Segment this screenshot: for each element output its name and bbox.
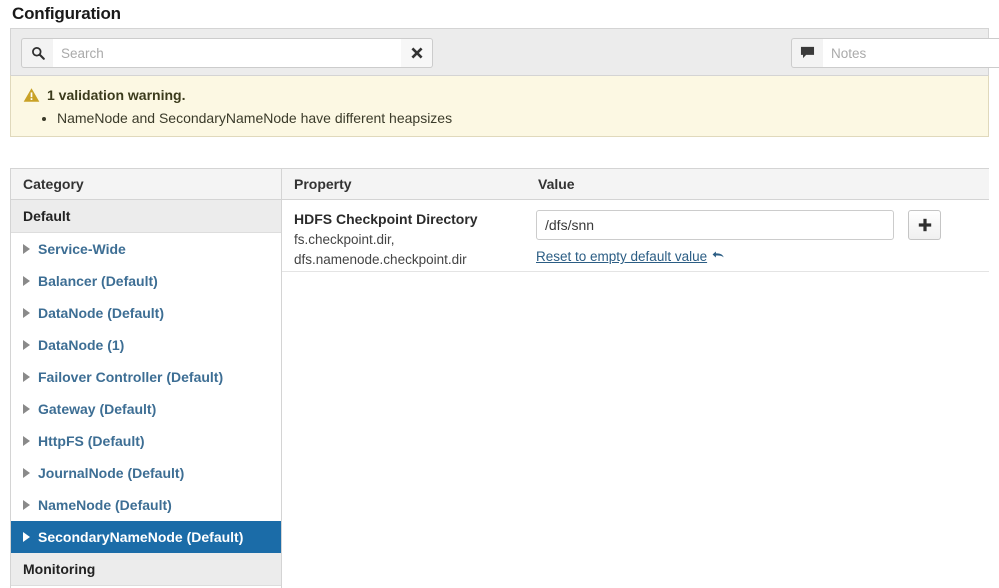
value-input[interactable] (536, 210, 894, 240)
property-key-1: fs.checkpoint.dir, (294, 230, 526, 249)
property-value-panel: HDFS Checkpoint Directory fs.checkpoint.… (282, 200, 989, 588)
table-header-row: Category Property Value (11, 168, 989, 200)
configuration-table: Category Property Value Default Service-… (10, 168, 989, 588)
sidebar-item-label: HttpFS (Default) (38, 431, 145, 451)
sidebar-item-label: Failover Controller (Default) (38, 367, 223, 387)
validation-warning-banner: 1 validation warning. NameNode and Secon… (10, 75, 989, 137)
sidebar-item-namenode[interactable]: NameNode (Default) (11, 489, 281, 521)
chevron-right-icon (23, 404, 30, 414)
add-value-button[interactable] (908, 210, 941, 240)
chevron-right-icon (23, 468, 30, 478)
value-input-row (536, 210, 989, 240)
search-input[interactable] (53, 38, 401, 68)
chevron-right-icon (23, 436, 30, 446)
sidebar-item-label: Service-Wide (38, 239, 126, 259)
warning-triangle-icon (23, 87, 40, 103)
property-cell: HDFS Checkpoint Directory fs.checkpoint.… (282, 210, 526, 271)
sidebar-item-label: JournalNode (Default) (38, 463, 184, 483)
chevron-right-icon (23, 372, 30, 382)
configuration-page: Configuration (0, 0, 999, 588)
sidebar-item-datanode-default[interactable]: DataNode (Default) (11, 297, 281, 329)
sidebar-item-label: DataNode (Default) (38, 303, 164, 323)
sidebar-item-secondarynamenode[interactable]: SecondaryNameNode (Default) (11, 521, 281, 553)
chevron-right-icon (23, 308, 30, 318)
value-cell: Reset to empty default value (526, 210, 989, 271)
validation-message-list: NameNode and SecondaryNameNode have diff… (23, 109, 976, 128)
comment-icon[interactable] (791, 38, 823, 68)
validation-message: NameNode and SecondaryNameNode have diff… (57, 109, 976, 128)
validation-warning-summary: 1 validation warning. (23, 86, 976, 104)
chevron-right-icon (23, 340, 30, 350)
sidebar-item-failover-controller[interactable]: Failover Controller (Default) (11, 361, 281, 393)
clear-x-icon[interactable] (401, 38, 433, 68)
chevron-right-icon (23, 276, 30, 286)
sidebar-item-label: NameNode (Default) (38, 495, 172, 515)
undo-arrow-icon (712, 249, 725, 264)
sidebar-item-datanode-1[interactable]: DataNode (1) (11, 329, 281, 361)
page-title: Configuration (0, 0, 999, 28)
toolbar (10, 28, 989, 75)
sidebar-item-gateway[interactable]: Gateway (Default) (11, 393, 281, 425)
category-list: Default Service-Wide Balancer (Default) … (11, 200, 282, 588)
column-header-value: Value (526, 169, 989, 199)
sidebar-item-journalnode[interactable]: JournalNode (Default) (11, 457, 281, 489)
sidebar-item-httpfs[interactable]: HttpFS (Default) (11, 425, 281, 457)
sidebar-item-label: SecondaryNameNode (Default) (38, 527, 243, 547)
notes-box (791, 38, 999, 68)
sidebar-item-label: Gateway (Default) (38, 399, 156, 419)
reset-link-label: Reset to empty default value (536, 249, 707, 264)
search-box (21, 38, 433, 68)
table-body: Default Service-Wide Balancer (Default) … (11, 200, 989, 588)
reset-to-default-link[interactable]: Reset to empty default value (536, 249, 725, 264)
table-row: HDFS Checkpoint Directory fs.checkpoint.… (282, 200, 989, 272)
plus-icon (918, 218, 932, 232)
sidebar-item-service-wide[interactable]: Service-Wide (11, 233, 281, 265)
notes-input[interactable] (823, 38, 999, 68)
category-group-monitoring: Monitoring (11, 553, 281, 586)
column-header-category: Category (11, 169, 282, 199)
search-icon[interactable] (21, 38, 53, 68)
column-header-property: Property (282, 169, 526, 199)
property-display-name: HDFS Checkpoint Directory (294, 210, 526, 229)
property-key-2: dfs.namenode.checkpoint.dir (294, 250, 526, 269)
sidebar-item-label: Balancer (Default) (38, 271, 158, 291)
chevron-right-icon (23, 500, 30, 510)
category-group-default: Default (11, 200, 281, 233)
chevron-right-icon (23, 532, 30, 542)
validation-warning-text: 1 validation warning. (47, 86, 185, 104)
sidebar-item-label: DataNode (1) (38, 335, 124, 355)
sidebar-item-balancer[interactable]: Balancer (Default) (11, 265, 281, 297)
chevron-right-icon (23, 244, 30, 254)
